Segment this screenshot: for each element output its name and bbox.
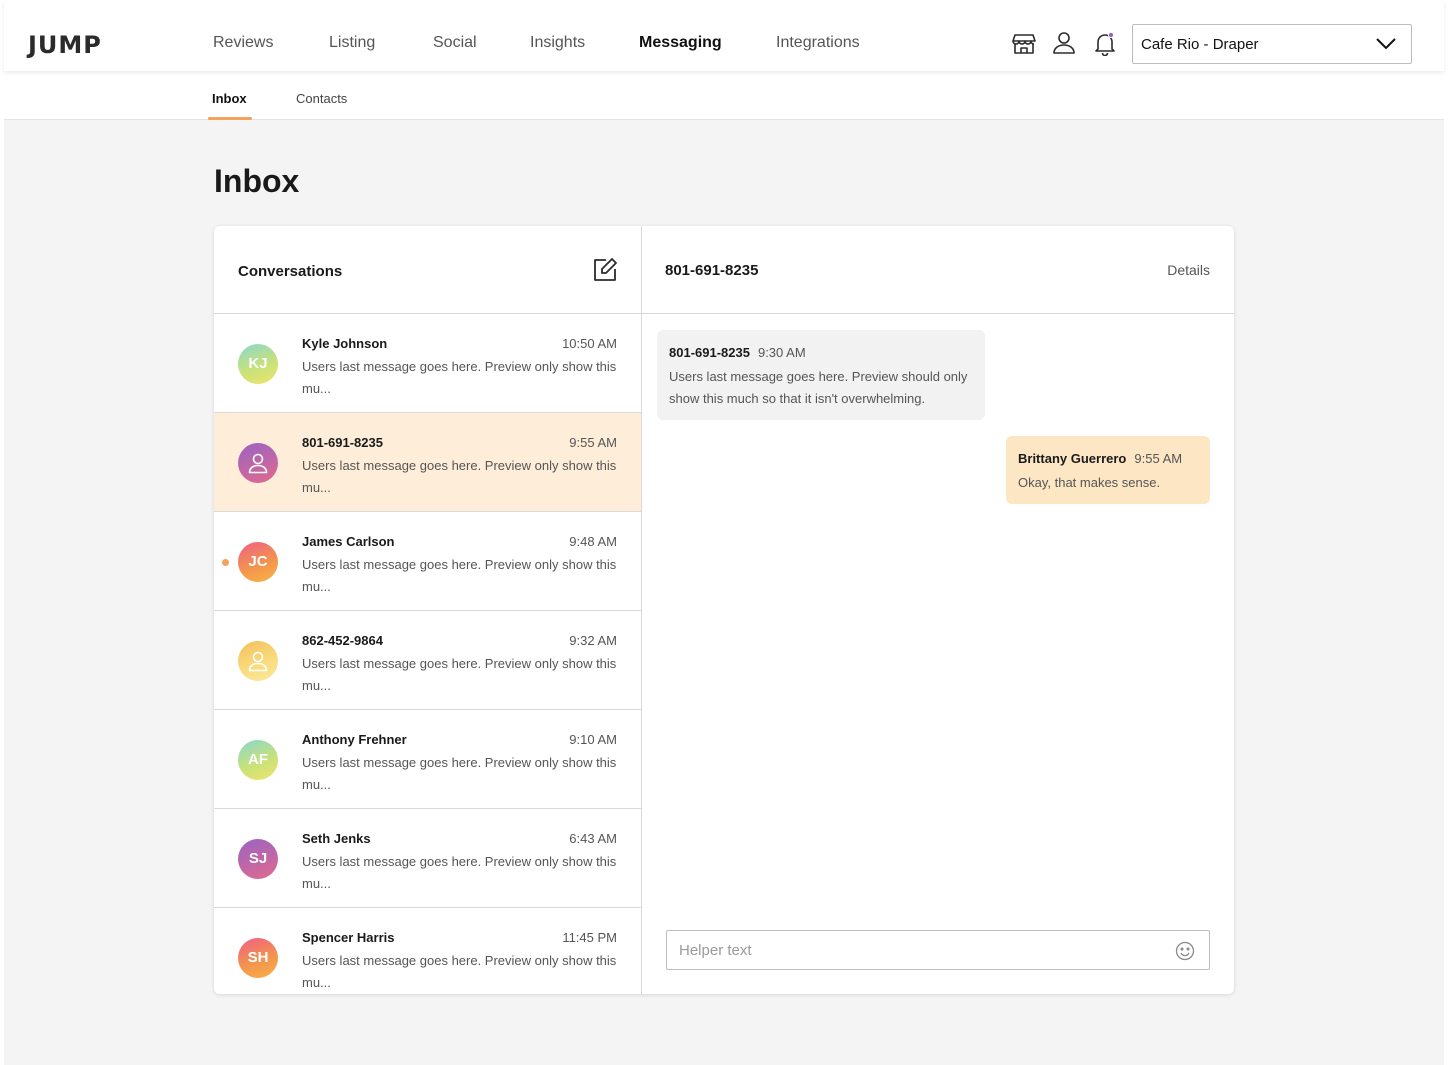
unread-indicator [222,559,229,566]
conversation-preview: Users last message goes here. Preview on… [302,755,617,792]
conversation-time: 9:10 AM [569,732,617,747]
tab-inbox[interactable]: Inbox [212,91,247,106]
conversation-time: 6:43 AM [569,831,617,846]
message-text: Okay, that makes sense. [1018,475,1161,490]
message-input[interactable] [667,931,1167,969]
nav-messaging[interactable]: Messaging [639,34,722,52]
conversation-preview: Users last message goes here. Preview on… [302,953,617,990]
nav-insights[interactable]: Insights [530,34,585,52]
conversation-name: Kyle Johnson [302,336,388,351]
conversation-item[interactable]: JC James Carlson 9:48 AM Users last mess… [214,512,641,611]
nav-listing[interactable]: Listing [329,34,375,52]
conversation-preview: Users last message goes here. Preview on… [302,854,617,891]
active-tab-indicator [208,117,252,120]
top-navigation: JUMP Reviews Listing Social Insights Mes… [4,0,1444,71]
conversation-time: 11:45 PM [562,930,617,945]
conversation-time: 9:55 AM [569,435,617,450]
tab-contacts[interactable]: Contacts [296,91,347,106]
conversation-time: 10:50 AM [562,336,617,351]
avatar [238,641,278,681]
conversation-time: 9:32 AM [569,633,617,648]
conversation-name: 862-452-9864 [302,633,383,648]
nav-social[interactable]: Social [433,34,477,52]
avatar: JC [238,542,278,582]
conversation-item[interactable]: AF Anthony Frehner 9:10 AM Users last me… [214,710,641,809]
chevron-down-icon [1376,38,1396,50]
avatar: SH [238,938,278,978]
location-select[interactable]: Cafe Rio - Draper [1132,24,1412,64]
message-text: Users last message goes here. Preview sh… [669,369,968,406]
conversation-time: 9:48 AM [569,534,617,549]
chat-panel: 801-691-8235 Details 801-691-8235 9:30 AM… [642,226,1234,994]
conversation-name: James Carlson [302,534,395,549]
conversation-item[interactable]: 801-691-8235 9:55 AM Users last message … [214,413,641,512]
message-time: 9:55 AM [1134,451,1183,466]
incoming-message: 801-691-8235 9:30 AM Users last message g… [657,330,985,420]
conversation-item[interactable]: SJ Seth Jenks 6:43 AM Users last message… [214,809,641,908]
message-sender: Brittany Guerrero [1018,451,1127,466]
conversation-item[interactable]: KJ Kyle Johnson 10:50 AM Users last mess… [214,314,641,413]
message-time: 9:30 AM [757,345,806,360]
message-input-box [666,930,1210,970]
inbox-card: Conversations KJ Kyle Johnson 10:50 AM U… [214,226,1234,994]
avatar: AF [238,740,278,780]
avatar [238,443,278,483]
conversation-item[interactable]: SH Spencer Harris 11:45 PM Users last me… [214,908,641,994]
conversation-preview: Users last message goes here. Preview on… [302,557,617,594]
chat-title: 801-691-8235 [665,262,759,279]
conversation-name: Seth Jenks [302,831,371,846]
chat-header: 801-691-8235 Details [642,226,1234,314]
details-link[interactable]: Details [1167,262,1210,278]
conversation-name: Anthony Frehner [302,732,407,747]
conversations-header: Conversations [214,226,641,314]
person-icon [248,651,268,672]
nav-integrations[interactable]: Integrations [776,34,860,52]
app-frame: JUMP Reviews Listing Social Insights Mes… [4,0,1444,1065]
conversation-list: KJ Kyle Johnson 10:50 AM Users last mess… [214,314,641,994]
user-icon[interactable] [1051,30,1077,56]
bell-icon[interactable] [1092,30,1118,57]
message-sender: 801-691-8235 [669,345,750,360]
logo: JUMP [28,31,102,59]
store-icon[interactable] [1011,30,1037,56]
conversations-title: Conversations [238,263,343,280]
compose-icon[interactable] [592,257,618,283]
location-select-value: Cafe Rio - Draper [1141,36,1259,53]
avatar: KJ [238,344,278,384]
nav-reviews[interactable]: Reviews [213,34,273,52]
emoji-icon[interactable] [1175,941,1195,961]
conversation-preview: Users last message goes here. Preview on… [302,359,617,396]
conversation-name: Spencer Harris [302,930,395,945]
person-icon [248,453,268,474]
conversation-item[interactable]: 862-452-9864 9:32 AM Users last message … [214,611,641,710]
conversation-name: 801-691-8235 [302,435,383,450]
outgoing-message: Brittany Guerrero 9:55 AM Okay, that make… [1006,436,1210,504]
avatar: SJ [238,839,278,879]
conversation-preview: Users last message goes here. Preview on… [302,458,617,495]
conversations-panel: Conversations KJ Kyle Johnson 10:50 AM U… [214,226,642,994]
sub-navigation: Inbox Contacts [4,71,1444,120]
page-title: Inbox [214,163,300,199]
conversation-preview: Users last message goes here. Preview on… [302,656,617,693]
